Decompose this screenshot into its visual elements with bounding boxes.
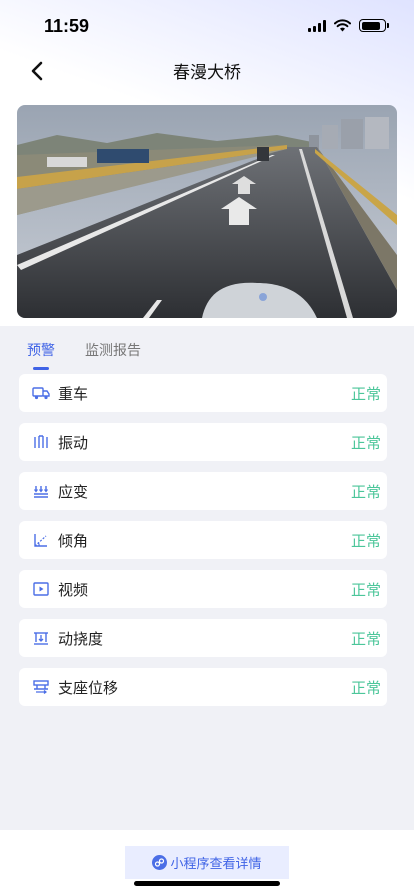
home-indicator [134,881,280,886]
signal-icon [308,19,326,32]
strain-icon [32,482,50,500]
status-icons [308,19,389,32]
list-item-bearing-displacement[interactable]: 支座位移 正常 [19,668,387,706]
deflection-icon [32,629,50,647]
camera-feed[interactable] [17,105,397,318]
item-label: 支座位移 [58,678,119,697]
tab-monitor-report[interactable]: 监测报告 [85,340,141,370]
status-badge: 正常 [350,384,381,403]
status-badge: 正常 [350,580,381,599]
truck-icon [32,384,50,402]
status-time: 11:59 [44,16,90,36]
tab-bar: 预警 监测报告 [27,340,141,370]
status-bar: 11:59 [0,0,414,54]
video-icon [32,580,50,598]
item-label: 重车 [58,384,89,403]
list-item-vibration[interactable]: 振动 正常 [19,423,387,461]
mini-program-icon [152,855,168,870]
battery-icon [359,19,389,32]
monitor-panel: 预警 监测报告 重车 正常 振动 正常 应变 正常 倾角 正常 视频 正常 动挠… [0,326,414,830]
status-badge: 正常 [350,482,381,501]
wifi-icon [334,19,351,32]
item-label: 应变 [58,482,89,501]
page-title: 春漫大桥 [173,63,241,83]
bearing-icon [32,678,50,696]
list-item-video[interactable]: 视频 正常 [19,570,387,608]
item-label: 视频 [58,580,89,599]
status-badge: 正常 [350,629,381,648]
tab-warning[interactable]: 预警 [27,340,55,370]
item-label: 倾角 [58,531,89,550]
list-item-tilt[interactable]: 倾角 正常 [19,521,387,559]
status-badge: 正常 [350,678,381,697]
list-item-deflection[interactable]: 动挠度 正常 [19,619,387,657]
mini-program-button-label: 小程序查看详情 [170,857,262,872]
mini-program-details-button[interactable]: 小程序查看详情 [125,846,289,879]
vibration-icon [32,433,50,451]
list-item-heavy-vehicle[interactable]: 重车 正常 [19,374,387,412]
bottom-bar: 小程序查看详情 [0,830,414,896]
list-item-strain[interactable]: 应变 正常 [19,472,387,510]
tilt-icon [32,531,50,549]
nav-bar: 春漫大桥 [0,50,414,90]
item-label: 动挠度 [58,629,104,648]
sensor-list: 重车 正常 振动 正常 应变 正常 倾角 正常 视频 正常 动挠度 正常 支座位… [19,374,387,717]
status-badge: 正常 [350,531,381,550]
road-scene-image [17,105,397,318]
item-label: 振动 [58,433,89,452]
status-badge: 正常 [350,433,381,452]
